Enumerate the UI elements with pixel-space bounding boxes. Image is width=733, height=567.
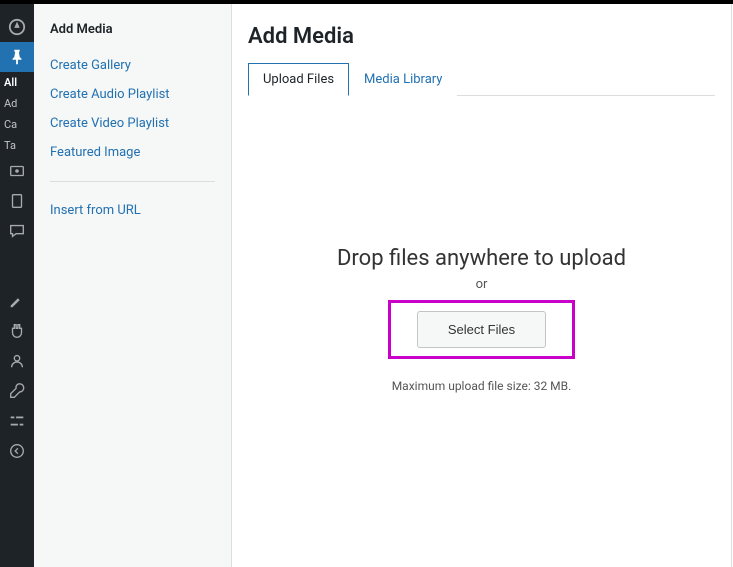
- or-text: or: [476, 277, 488, 292]
- sidebar-item-create-audio-playlist[interactable]: Create Audio Playlist: [50, 80, 215, 109]
- add-media-modal: Add Media Create Gallery Create Audio Pl…: [34, 4, 732, 567]
- media-modal-sidebar: Add Media Create Gallery Create Audio Pl…: [34, 4, 232, 567]
- admin-submenu: All Ad Ca Ta: [0, 72, 34, 156]
- highlight-annotation: Select Files: [388, 300, 575, 359]
- media-tabs: Upload Files Media Library: [248, 63, 715, 96]
- drop-instruction-text: Drop files anywhere to upload: [337, 246, 626, 271]
- modal-title: Add Media: [248, 4, 715, 63]
- upload-drop-area[interactable]: Drop files anywhere to upload or Select …: [248, 96, 715, 567]
- admin-submenu-item[interactable]: Ad: [0, 93, 34, 114]
- collapse-icon[interactable]: [0, 436, 34, 466]
- dashboard-icon[interactable]: [0, 12, 34, 42]
- tools-icon[interactable]: [0, 376, 34, 406]
- admin-submenu-item[interactable]: Ca: [0, 114, 34, 135]
- tab-media-library[interactable]: Media Library: [349, 63, 457, 96]
- sidebar-heading: Add Media: [50, 22, 215, 37]
- sidebar-item-insert-from-url[interactable]: Insert from URL: [50, 196, 215, 225]
- sidebar-item-create-video-playlist[interactable]: Create Video Playlist: [50, 109, 215, 138]
- admin-submenu-item[interactable]: All: [0, 72, 34, 93]
- users-icon[interactable]: [0, 346, 34, 376]
- comments-icon[interactable]: [0, 216, 34, 246]
- max-upload-size-text: Maximum upload file size: 32 MB.: [392, 379, 572, 393]
- sidebar-divider: [50, 181, 215, 182]
- tab-upload-files[interactable]: Upload Files: [248, 63, 349, 96]
- sidebar-item-featured-image[interactable]: Featured Image: [50, 138, 215, 167]
- sidebar-item-create-gallery[interactable]: Create Gallery: [50, 51, 215, 80]
- media-icon[interactable]: [0, 156, 34, 186]
- select-files-button[interactable]: Select Files: [417, 311, 546, 348]
- appearance-icon[interactable]: [0, 286, 34, 316]
- pin-icon[interactable]: [0, 42, 34, 72]
- plugins-icon[interactable]: [0, 316, 34, 346]
- pages-icon[interactable]: [0, 186, 34, 216]
- media-modal-main: Add Media Upload Files Media Library Dro…: [232, 4, 731, 567]
- wp-admin-sidebar: All Ad Ca Ta: [0, 4, 34, 567]
- admin-submenu-item[interactable]: Ta: [0, 135, 34, 156]
- settings-icon[interactable]: [0, 406, 34, 436]
